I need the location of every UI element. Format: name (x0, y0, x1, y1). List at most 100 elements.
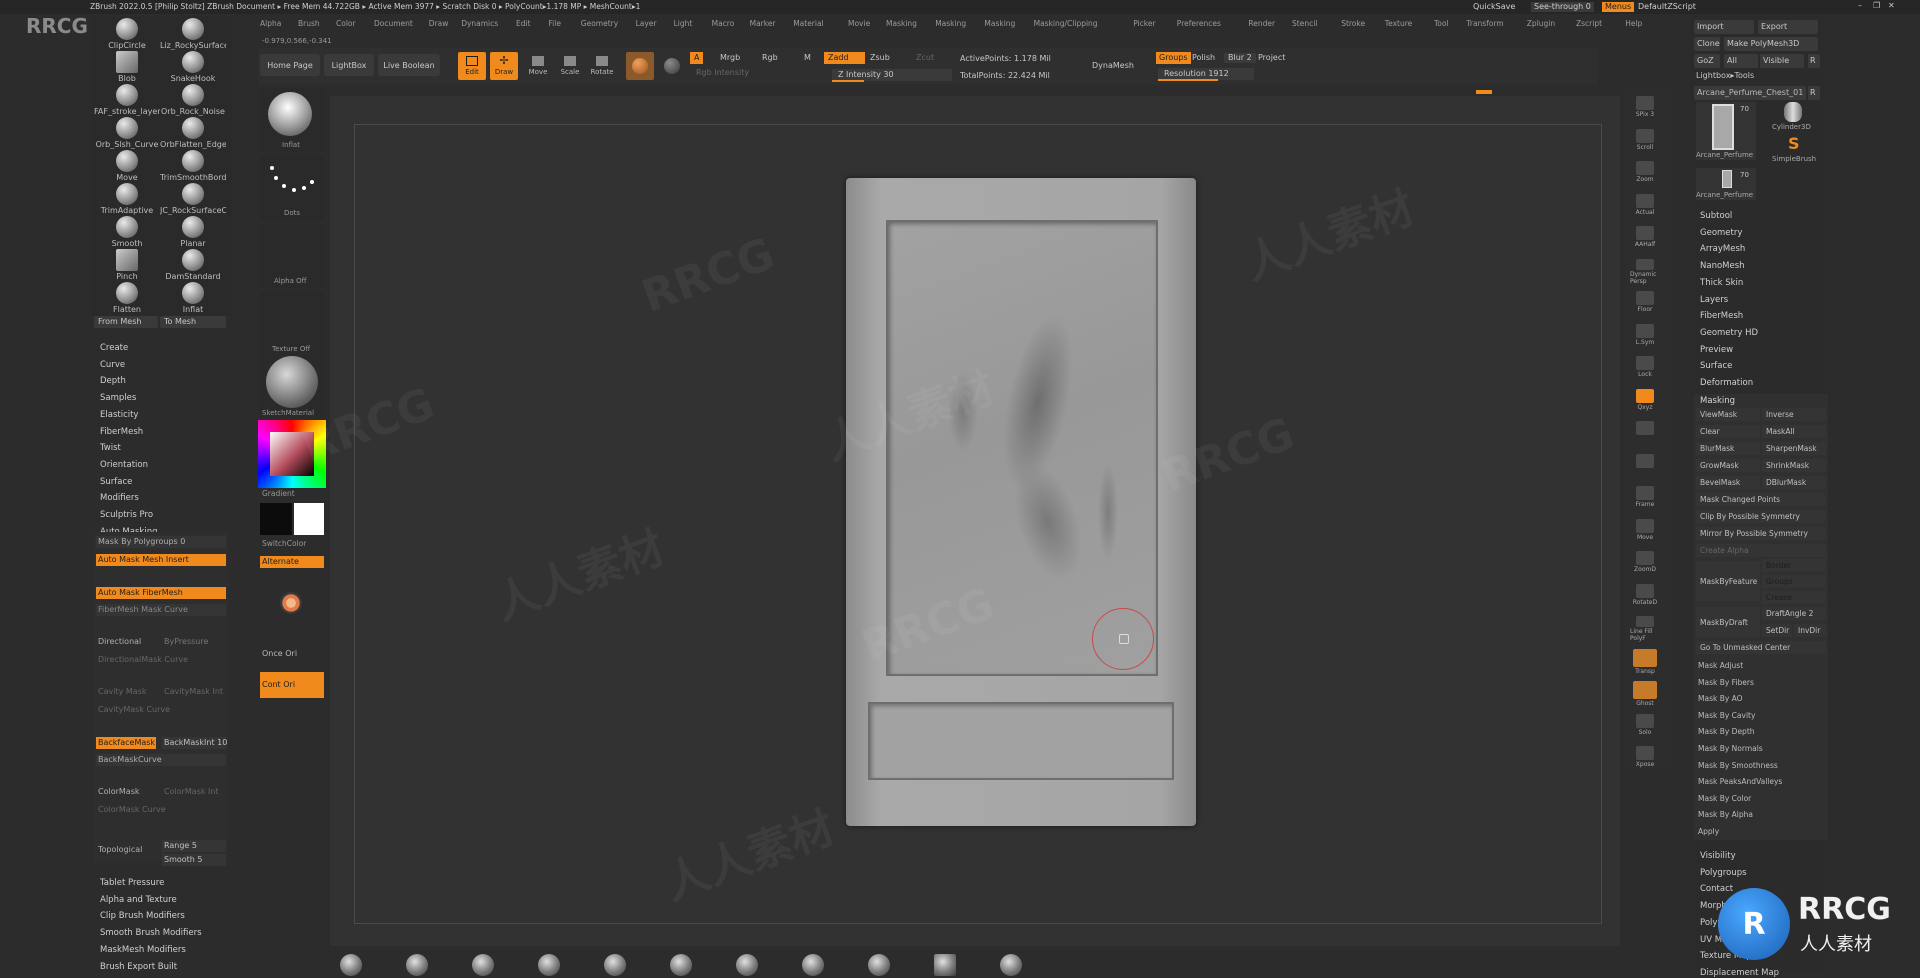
tool-menu-item[interactable]: Surface (1700, 362, 1732, 371)
bottom-brush-icon[interactable] (604, 954, 626, 976)
view-tool-button[interactable]: Frame (1630, 486, 1660, 512)
menu-item[interactable]: Marker (750, 20, 776, 28)
restore-icon[interactable]: ❐ (1873, 2, 1880, 10)
current-tool-r-button[interactable]: R (1808, 86, 1820, 100)
clone-button[interactable]: Clone (1694, 37, 1720, 51)
menu-item[interactable]: Draw (429, 20, 449, 28)
brush-item[interactable]: FAF_stroke_layer (94, 84, 160, 116)
color-mask-int-slider[interactable]: ColorMask Int (164, 788, 219, 796)
close-icon[interactable]: ✕ (1888, 2, 1895, 10)
set-dir-button[interactable]: SetDir (1762, 624, 1792, 637)
bottom-brush-icon[interactable] (802, 954, 824, 976)
tool-menu-item[interactable]: Geometry HD (1700, 329, 1758, 338)
fibermesh-mask-curve[interactable]: FiberMesh Mask Curve (96, 604, 226, 616)
export-button[interactable]: Export (1758, 20, 1818, 34)
view-tool-button[interactable]: SPix 3 (1630, 96, 1660, 122)
brush-item[interactable]: TrimSmoothBord (160, 150, 226, 182)
bottom-brush-icon[interactable] (868, 954, 890, 976)
menu-item[interactable]: Alpha (260, 20, 281, 28)
current-tool-slider[interactable]: Arcane_Perfume_Chest_01 (1694, 86, 1806, 100)
view-tool-button[interactable]: Move (1630, 518, 1660, 545)
tool-menu-item[interactable]: Geometry (1700, 229, 1742, 238)
bottom-brush-icon[interactable] (538, 954, 560, 976)
backface-mask-button[interactable]: BackfaceMask (96, 737, 156, 749)
bottom-brush-icon[interactable] (670, 954, 692, 976)
view-tool-button[interactable]: Qxyz (1630, 388, 1660, 415)
view-tool-button[interactable]: Xpose (1630, 746, 1660, 772)
blur-mask-button[interactable]: BlurMask (1696, 442, 1760, 455)
dblur-mask-button[interactable]: DBlurMask (1762, 476, 1826, 489)
mask-menu-item[interactable]: Mask By Cavity (1698, 712, 1755, 720)
left-menu-item[interactable]: Elasticity (100, 411, 138, 420)
create-alpha-button[interactable]: Create Alpha (1696, 544, 1826, 557)
view-tool-button[interactable]: RotateD (1630, 583, 1660, 610)
left-menu-item[interactable]: FiberMesh (100, 427, 143, 437)
mask-menu-item[interactable]: Mask By Depth (1698, 728, 1755, 736)
left-menu-item[interactable]: Tablet Pressure (100, 879, 164, 888)
left-menu-item[interactable]: Orientation (100, 461, 148, 470)
menu-item[interactable]: Macro (712, 20, 735, 28)
tool-menu-item[interactable]: ArrayMesh (1700, 245, 1745, 254)
brush-item[interactable]: JC_RockSurfaceC (160, 183, 226, 215)
view-tool-button[interactable]: Floor (1630, 291, 1660, 317)
brush-item[interactable]: TrimAdaptive (94, 183, 160, 215)
material-thumb[interactable]: SketchMaterial (260, 356, 324, 418)
auto-mask-fibermesh-button[interactable]: Auto Mask FiberMesh (96, 587, 226, 599)
cavity-mask-curve[interactable]: CavityMask Curve (96, 704, 226, 716)
view-tool-button[interactable] (1630, 421, 1660, 447)
menu-item[interactable]: Light (674, 20, 693, 28)
mrgb-button[interactable]: Mrgb (720, 54, 740, 62)
view-tool-button[interactable] (1630, 453, 1660, 480)
to-mesh-button[interactable]: To Mesh (160, 316, 226, 328)
brush-item[interactable]: OrbFlatten_Edge (160, 117, 226, 149)
mask-menu-item[interactable]: Mask Adjust (1698, 662, 1743, 670)
brush-item[interactable]: Blob (94, 51, 160, 83)
view-tool-button[interactable]: L.Sym (1630, 323, 1660, 350)
left-menu-item[interactable]: Modifiers (100, 494, 139, 503)
topological-button[interactable]: Topological (98, 846, 142, 854)
groups-button[interactable]: Groups (1156, 52, 1191, 64)
auto-mask-mesh-insert-button[interactable]: Auto Mask Mesh Insert (96, 554, 226, 566)
all-button[interactable]: All (1724, 54, 1758, 68)
minimize-icon[interactable]: – (1858, 2, 1862, 10)
mask-by-polygroups-slider[interactable]: Mask By Polygroups 0 (96, 536, 226, 548)
go-to-unmasked-center-button[interactable]: Go To Unmasked Center (1696, 641, 1826, 654)
tool-menu-item[interactable]: Displacement Map (1700, 969, 1779, 978)
menu-item[interactable]: Render (1248, 20, 1275, 28)
directional-button[interactable]: Directional (98, 638, 141, 646)
menu-item[interactable]: Stencil (1292, 20, 1317, 28)
alpha-thumb[interactable]: Alpha Off (260, 224, 324, 288)
scale-button[interactable]: Scale (556, 52, 584, 80)
brush-item[interactable]: Orb_Slsh_Curve (94, 117, 160, 149)
inv-dir-button[interactable]: InvDir (1794, 624, 1826, 637)
mirror-by-symmetry-button[interactable]: Mirror By Possible Symmetry (1696, 527, 1826, 540)
home-page-button[interactable]: Home Page (260, 54, 320, 76)
sharpen-mask-button[interactable]: SharpenMask (1762, 442, 1826, 455)
menu-item[interactable]: Preferences (1177, 20, 1221, 28)
brush-item[interactable]: SnakeHook (160, 51, 226, 83)
zsub-button[interactable]: Zsub (870, 54, 890, 62)
menu-item[interactable]: Masking (984, 20, 1015, 28)
once-ori-button[interactable]: Once Ori (262, 650, 297, 658)
mask-menu-item[interactable]: Mask By Color (1698, 795, 1751, 803)
lightbox-button[interactable]: LightBox (324, 54, 374, 76)
mask-menu-item[interactable]: Mask By Alpha (1698, 811, 1753, 819)
view-tool-button[interactable]: ZoomD (1630, 551, 1660, 577)
mask-by-feature-button[interactable]: MaskByFeature (1696, 561, 1760, 601)
tool-menu-item[interactable]: FiberMesh (1700, 312, 1743, 321)
project-button[interactable]: Project (1258, 54, 1285, 62)
brush-item[interactable]: ClipCircle (94, 18, 160, 50)
cavity-mask-button[interactable]: Cavity Mask (98, 688, 146, 696)
clear-button[interactable]: Clear (1696, 425, 1760, 438)
zcut-button[interactable]: Zcut (916, 54, 934, 62)
brush-item[interactable]: DamStandard (160, 249, 226, 281)
mask-changed-points-button[interactable]: Mask Changed Points (1696, 493, 1826, 506)
target-icon[interactable] (280, 592, 302, 614)
brush-item[interactable]: Planar (160, 216, 226, 248)
menu-item[interactable]: Geometry (581, 20, 618, 28)
see-through-slider[interactable]: See-through 0 (1531, 2, 1594, 12)
bevel-mask-button[interactable]: BevelMask (1696, 476, 1760, 489)
polish-button[interactable]: Polish (1192, 54, 1215, 62)
import-button[interactable]: Import (1694, 20, 1754, 34)
left-menu-item[interactable]: Sculptris Pro (100, 511, 153, 520)
